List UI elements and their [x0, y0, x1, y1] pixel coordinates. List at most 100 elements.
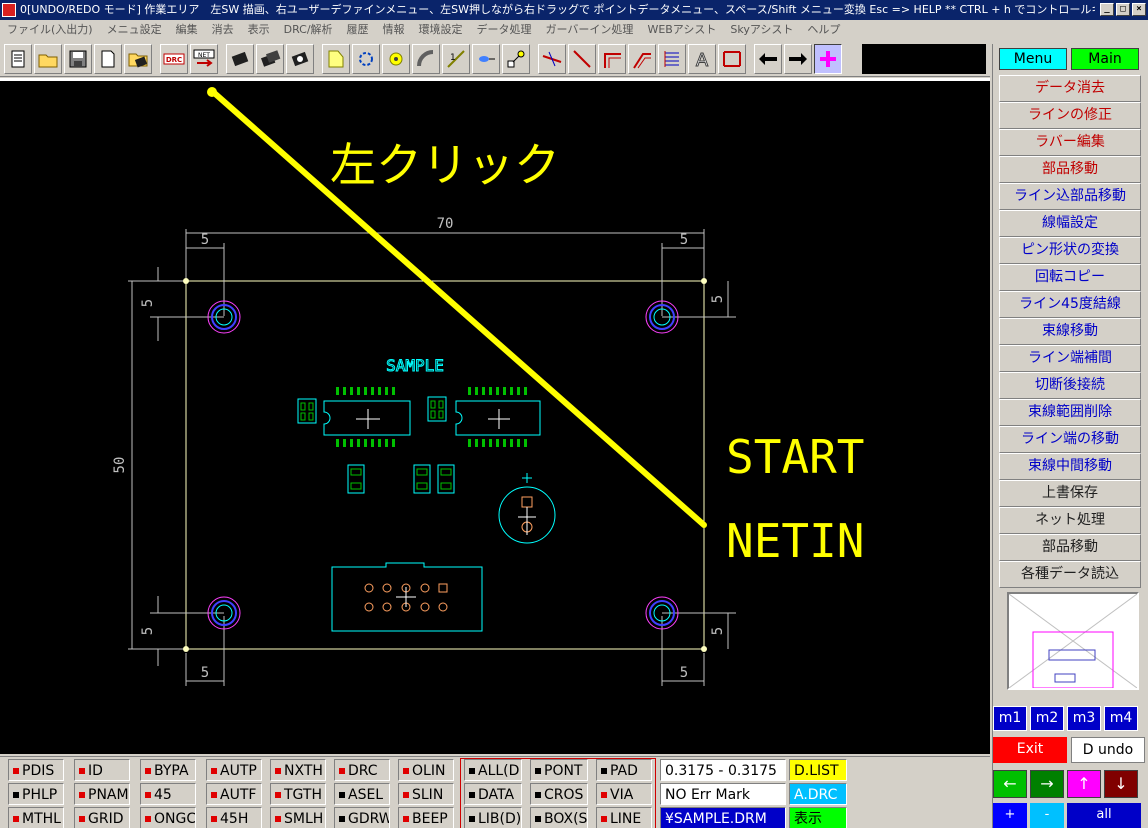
toggle-data[interactable]: DATA [464, 783, 522, 805]
toggle-olin[interactable]: OLIN [398, 759, 454, 781]
command-button[interactable]: ラインの修正 [999, 102, 1141, 129]
menu-erase[interactable]: 消去 [205, 20, 241, 40]
netin-button[interactable]: NET [190, 44, 218, 74]
toggle-45h[interactable]: 45H [206, 807, 262, 828]
close-button[interactable]: × [1132, 3, 1146, 16]
zoom-out-button[interactable]: - [1030, 803, 1064, 828]
a-drc-button[interactable]: A.DRC [789, 783, 847, 805]
toggle-asel[interactable]: ASEL [334, 783, 390, 805]
command-button[interactable]: 線幅設定 [999, 210, 1141, 237]
toggle-pad[interactable]: PAD [596, 759, 652, 781]
toggle-bypa[interactable]: BYPA [140, 759, 196, 781]
drawing-canvas[interactable]: 70 5 5 5 5 50 5 5 5 5 SAMPLE 左クリック START… [0, 78, 990, 754]
bundle-line-tool[interactable] [628, 44, 656, 74]
d-undo-button[interactable]: D undo [1071, 737, 1145, 763]
circle-tool[interactable] [352, 44, 380, 74]
zoom-all-button[interactable]: all [1067, 803, 1141, 828]
open-file-button[interactable] [34, 44, 62, 74]
toggle-gdrw[interactable]: GDRW [334, 807, 390, 828]
menu-sky-assist[interactable]: Skyアシスト [723, 20, 800, 40]
arrow-left-button[interactable]: ← [993, 770, 1027, 798]
toggle-45[interactable]: 45 [140, 783, 196, 805]
command-button[interactable]: ライン端の移動 [999, 426, 1141, 453]
angle-text-tool[interactable]: 1 [442, 44, 470, 74]
tab-main[interactable]: Main [1071, 48, 1139, 70]
toggle-pdis[interactable]: PDIS [8, 759, 64, 781]
menu-history[interactable]: 履歴 [340, 20, 376, 40]
d-list-button[interactable]: D.LIST [789, 759, 847, 781]
minimize-button[interactable]: _ [1100, 3, 1114, 16]
command-button[interactable]: 部品移動 [999, 156, 1141, 183]
cut-line-tool[interactable] [538, 44, 566, 74]
diagonal-line-tool[interactable] [568, 44, 596, 74]
command-button[interactable]: 束線中間移動 [999, 453, 1141, 480]
command-button[interactable]: ライン込部品移動 [999, 183, 1141, 210]
dimension-tool[interactable] [718, 44, 746, 74]
text-tool[interactable]: A [688, 44, 716, 74]
toggle-ongc[interactable]: ONGC [140, 807, 196, 828]
toggle-phlp[interactable]: PHLP [8, 783, 64, 805]
menu-data-processing[interactable]: データ処理 [470, 20, 539, 40]
menu-edit[interactable]: 編集 [169, 20, 205, 40]
bus-tool[interactable] [658, 44, 686, 74]
new-document-button[interactable] [4, 44, 32, 74]
arrow-down-button[interactable]: ↓ [1104, 770, 1138, 798]
toggle-mthl[interactable]: MTHL [8, 807, 64, 828]
toggle-line[interactable]: LINE [596, 807, 652, 828]
menu-drc[interactable]: DRC/解析 [277, 20, 340, 40]
command-button[interactable]: ライン端補間 [999, 345, 1141, 372]
tab-menu[interactable]: Menu [999, 48, 1067, 70]
toggle-cros[interactable]: CROS [530, 783, 588, 805]
polygon-tool[interactable] [322, 44, 350, 74]
toggle-tgth[interactable]: TGTH [270, 783, 326, 805]
command-button[interactable]: 切断後接続 [999, 372, 1141, 399]
command-button[interactable]: 上書保存 [999, 480, 1141, 507]
arc-tool[interactable] [412, 44, 440, 74]
chip-tool-1[interactable] [226, 44, 254, 74]
toggle-libd[interactable]: LIB(D) [464, 807, 522, 828]
chip-tool-3[interactable] [286, 44, 314, 74]
command-button[interactable]: 部品移動 [999, 534, 1141, 561]
drc-button[interactable]: DRC [160, 44, 188, 74]
command-button[interactable]: データ消去 [999, 75, 1141, 102]
toggle-autf[interactable]: AUTF [206, 783, 262, 805]
menu-environment[interactable]: 環境設定 [412, 20, 470, 40]
m1-button[interactable]: m1 [993, 706, 1027, 731]
arrow-right-tool[interactable] [784, 44, 812, 74]
toggle-slin[interactable]: SLIN [398, 783, 454, 805]
arrow-left-tool[interactable] [754, 44, 782, 74]
command-button[interactable]: ライン45度結線 [999, 291, 1141, 318]
command-button[interactable]: ラバー編集 [999, 129, 1141, 156]
menu-menu-settings[interactable]: メニュ設定 [100, 20, 169, 40]
via-tool[interactable] [382, 44, 410, 74]
toggle-boxs[interactable]: BOX(S [530, 807, 588, 828]
blank-page-button[interactable] [94, 44, 122, 74]
arrow-right-button[interactable]: → [1030, 770, 1064, 798]
toggle-id[interactable]: ID [74, 759, 130, 781]
arrow-up-button[interactable]: ↑ [1067, 770, 1101, 798]
pcb-drawing[interactable]: 70 5 5 5 5 50 5 5 5 5 SAMPLE 左クリック START… [0, 81, 990, 757]
probe-tool[interactable] [472, 44, 500, 74]
toggle-nxth[interactable]: NXTH [270, 759, 326, 781]
toggle-grid[interactable]: GRID [74, 807, 130, 828]
toggle-drc[interactable]: DRC [334, 759, 390, 781]
crosshair-tool[interactable] [814, 44, 842, 74]
command-button[interactable]: 束線移動 [999, 318, 1141, 345]
m4-button[interactable]: m4 [1104, 706, 1138, 731]
board-preview[interactable] [1007, 592, 1139, 690]
save-button[interactable] [64, 44, 92, 74]
toggle-beep[interactable]: BEEP [398, 807, 454, 828]
menu-web-assist[interactable]: WEBアシスト [640, 20, 723, 40]
menu-file[interactable]: ファイル(入出力) [0, 20, 100, 40]
command-button[interactable]: ネット処理 [999, 507, 1141, 534]
open-chip-button[interactable] [124, 44, 152, 74]
menu-view[interactable]: 表示 [241, 20, 277, 40]
command-button[interactable]: 束線範囲削除 [999, 399, 1141, 426]
toggle-smlh[interactable]: SMLH [270, 807, 326, 828]
toggle-pnam[interactable]: PNAM [74, 783, 130, 805]
exit-button[interactable]: Exit [993, 737, 1067, 763]
chip-tool-2[interactable] [256, 44, 284, 74]
display-button[interactable]: 表示 [789, 807, 847, 828]
connect-tool[interactable] [502, 44, 530, 74]
menu-info[interactable]: 情報 [376, 20, 412, 40]
